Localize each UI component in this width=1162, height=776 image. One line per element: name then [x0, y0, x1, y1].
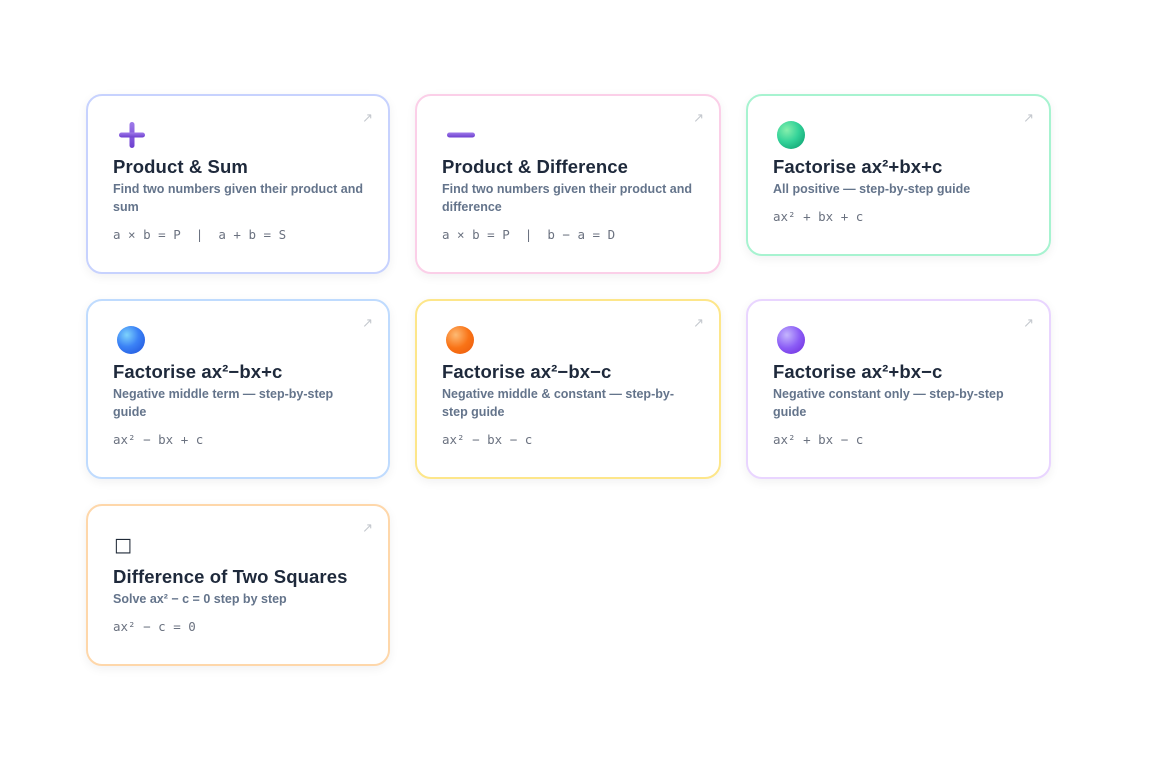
external-arrow-icon: ↗ — [693, 316, 704, 331]
card-title: Factorise ax²+bx−c — [773, 361, 943, 382]
external-arrow-icon: ↗ — [362, 316, 373, 331]
tools-grid: ↗ Product & Sum Find two numbers given t… — [86, 94, 1052, 666]
orange-circle-icon — [446, 326, 474, 354]
purple-circle-icon — [777, 326, 805, 354]
blue-circle-icon — [117, 326, 145, 354]
card-description: Negative middle & constant — step-by-ste… — [442, 387, 674, 419]
card-formula: ax² + bx + c — [773, 209, 864, 224]
card-product-and-sum[interactable]: ↗ Product & Sum Find two numbers given t… — [86, 94, 390, 274]
square-icon: □ — [114, 533, 132, 556]
card-difference-of-two-squares[interactable]: ↗ □ Difference of Two Squares Solve ax² … — [86, 504, 390, 666]
card-title: Difference of Two Squares — [113, 566, 348, 587]
card-formula: a × b = P | b − a = D — [442, 227, 616, 242]
card-title: Product & Difference — [442, 156, 629, 177]
card-factorise-all-positive[interactable]: ↗ Factorise ax²+bx+c All positive — step… — [746, 94, 1051, 256]
card-title: Factorise ax²+bx+c — [773, 156, 943, 177]
external-arrow-icon: ↗ — [693, 111, 704, 126]
card-description: Negative constant only — step-by-step gu… — [773, 387, 1004, 419]
card-factorise-negative-constant[interactable]: ↗ Factorise ax²+bx−c Negative constant o… — [746, 299, 1051, 479]
card-title: Product & Sum — [113, 156, 248, 177]
external-arrow-icon: ↗ — [362, 521, 373, 536]
card-factorise-negative-middle[interactable]: ↗ Factorise ax²−bx+c Negative middle ter… — [86, 299, 390, 479]
plus-icon — [117, 120, 364, 150]
card-description: All positive — step-by-step guide — [773, 182, 971, 196]
card-formula: ax² + bx − c — [773, 432, 864, 447]
card-title: Factorise ax²−bx+c — [113, 361, 283, 382]
card-formula: ax² − bx + c — [113, 432, 204, 447]
card-description: Solve ax² − c = 0 step by step — [113, 592, 287, 606]
external-arrow-icon: ↗ — [1023, 111, 1034, 126]
card-factorise-negative-middle-constant[interactable]: ↗ Factorise ax²−bx−c Negative middle & c… — [415, 299, 721, 479]
card-formula: ax² − bx − c — [442, 432, 533, 447]
green-circle-icon — [777, 121, 805, 149]
card-description: Negative middle term — step-by-step guid… — [113, 387, 334, 419]
card-formula: ax² − c = 0 — [113, 619, 196, 634]
minus-icon — [446, 120, 695, 150]
external-arrow-icon: ↗ — [1023, 316, 1034, 331]
card-product-and-difference[interactable]: ↗ Product & Difference Find two numbers … — [415, 94, 721, 274]
card-description: Find two numbers given their product and… — [442, 182, 693, 214]
card-description: Find two numbers given their product and… — [113, 182, 364, 214]
card-title: Factorise ax²−bx−c — [442, 361, 612, 382]
card-formula: a × b = P | a + b = S — [113, 227, 287, 242]
external-arrow-icon: ↗ — [362, 111, 373, 126]
